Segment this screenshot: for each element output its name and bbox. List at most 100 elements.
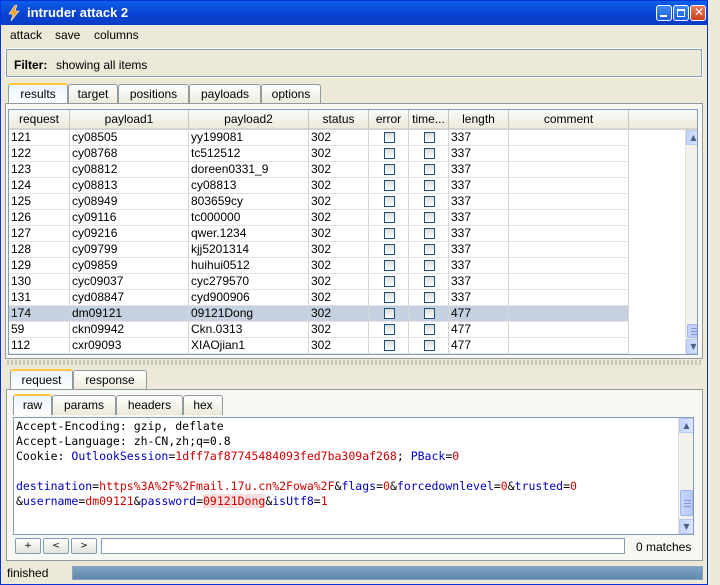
- cell-request: 123: [9, 162, 70, 178]
- cell-timeout: [409, 338, 449, 354]
- menu-columns[interactable]: columns: [94, 28, 139, 42]
- maximize-button[interactable]: [673, 5, 689, 21]
- tab-request[interactable]: request: [10, 369, 73, 390]
- timeout-checkbox[interactable]: [424, 292, 435, 303]
- timeout-checkbox[interactable]: [424, 212, 435, 223]
- menu-attack[interactable]: attack: [10, 28, 42, 42]
- timeout-checkbox[interactable]: [424, 228, 435, 239]
- error-checkbox[interactable]: [384, 308, 395, 319]
- cell-payload2: tc000000: [189, 210, 309, 226]
- close-button[interactable]: ✕: [690, 5, 706, 21]
- col-header-payload2[interactable]: payload2: [189, 110, 309, 130]
- table-row[interactable]: 126 cy09116 tc000000 302 337: [9, 210, 629, 226]
- split-pane-divider[interactable]: [7, 360, 703, 365]
- results-scrollbar[interactable]: ▲ ▼: [685, 130, 697, 354]
- error-checkbox[interactable]: [384, 260, 395, 271]
- tab-raw[interactable]: raw: [13, 394, 52, 415]
- error-checkbox[interactable]: [384, 276, 395, 287]
- menu-save[interactable]: save: [55, 28, 80, 42]
- cell-payload1: cy09799: [70, 242, 189, 258]
- col-header-payload1[interactable]: payload1: [70, 110, 189, 130]
- timeout-checkbox[interactable]: [424, 164, 435, 175]
- error-checkbox[interactable]: [384, 212, 395, 223]
- search-next-button[interactable]: >: [71, 538, 97, 554]
- col-header-comment[interactable]: comment: [509, 110, 629, 130]
- timeout-checkbox[interactable]: [424, 132, 435, 143]
- cell-status: 302: [309, 258, 369, 274]
- table-row[interactable]: 127 cy09216 qwer.1234 302 337: [9, 226, 629, 242]
- table-row[interactable]: 131 cyd08847 cyd900906 302 337: [9, 290, 629, 306]
- table-row[interactable]: 122 cy08768 tc512512 302 337: [9, 146, 629, 162]
- editor-scrollbar[interactable]: ▲ ▼: [678, 418, 693, 534]
- cell-payload1: cy09116: [70, 210, 189, 226]
- table-row[interactable]: 128 cy09799 kjj5201314 302 337: [9, 242, 629, 258]
- raw-request-editor[interactable]: Accept-Encoding: gzip, deflate Accept-La…: [13, 417, 694, 535]
- cell-request: 174: [9, 306, 70, 322]
- tab-results[interactable]: results: [8, 83, 68, 104]
- cell-payload2: Ckn.0313: [189, 322, 309, 338]
- error-checkbox[interactable]: [384, 180, 395, 191]
- cell-length: 477: [449, 338, 509, 354]
- table-row[interactable]: 130 cyc09037 cyc279570 302 337: [9, 274, 629, 290]
- cell-error: [369, 226, 409, 242]
- table-row[interactable]: 112 cxr09093 XIAOjian1 302 477: [9, 338, 629, 354]
- cell-timeout: [409, 322, 449, 338]
- col-header-request[interactable]: request: [9, 110, 70, 130]
- tab-payloads[interactable]: payloads: [189, 84, 261, 104]
- error-checkbox[interactable]: [384, 164, 395, 175]
- cell-error: [369, 130, 409, 146]
- error-checkbox[interactable]: [384, 228, 395, 239]
- timeout-checkbox[interactable]: [424, 196, 435, 207]
- search-input[interactable]: [101, 538, 625, 554]
- error-checkbox[interactable]: [384, 292, 395, 303]
- table-row[interactable]: 125 cy08949 803659cy 302 337: [9, 194, 629, 210]
- tab-positions[interactable]: positions: [118, 84, 189, 104]
- cell-payload2: 09121Dong: [189, 306, 309, 322]
- error-checkbox[interactable]: [384, 196, 395, 207]
- table-row[interactable]: 123 cy08812 doreen0331_9 302 337: [9, 162, 629, 178]
- cell-error: [369, 210, 409, 226]
- timeout-checkbox[interactable]: [424, 324, 435, 335]
- timeout-checkbox[interactable]: [424, 148, 435, 159]
- table-row[interactable]: 129 cy09859 huihui0512 302 337: [9, 258, 629, 274]
- table-row[interactable]: 174 dm09121 09121Dong 302 477: [9, 306, 629, 322]
- error-checkbox[interactable]: [384, 148, 395, 159]
- tab-response[interactable]: response: [73, 370, 147, 390]
- timeout-checkbox[interactable]: [424, 308, 435, 319]
- table-row[interactable]: 121 cy08505 yy199081 302 337: [9, 130, 629, 146]
- scroll-down-icon[interactable]: ▼: [686, 339, 697, 354]
- tab-hex[interactable]: hex: [183, 395, 223, 415]
- editor-scroll-thumb[interactable]: [680, 490, 693, 516]
- scroll-up-icon[interactable]: ▲: [686, 130, 697, 145]
- error-checkbox[interactable]: [384, 340, 395, 351]
- error-checkbox[interactable]: [384, 324, 395, 335]
- timeout-checkbox[interactable]: [424, 180, 435, 191]
- scroll-thumb[interactable]: [687, 324, 697, 338]
- col-header-length[interactable]: length: [449, 110, 509, 130]
- minimize-button[interactable]: [656, 5, 672, 21]
- error-checkbox[interactable]: [384, 244, 395, 255]
- col-header-error[interactable]: error: [369, 110, 409, 130]
- timeout-checkbox[interactable]: [424, 340, 435, 351]
- tab-params[interactable]: params: [52, 395, 116, 415]
- col-header-status[interactable]: status: [309, 110, 369, 130]
- table-row[interactable]: 59 ckn09942 Ckn.0313 302 477: [9, 322, 629, 338]
- cell-length: 337: [449, 226, 509, 242]
- tab-target[interactable]: target: [68, 84, 118, 104]
- cell-payload2: yy199081: [189, 130, 309, 146]
- cell-timeout: [409, 306, 449, 322]
- tab-options[interactable]: options: [261, 84, 321, 104]
- editor-scroll-down-icon[interactable]: ▼: [679, 519, 693, 534]
- search-prev-button[interactable]: <: [43, 538, 69, 554]
- filter-bar[interactable]: Filter: showing all items: [5, 48, 703, 78]
- timeout-checkbox[interactable]: [424, 260, 435, 271]
- error-checkbox[interactable]: [384, 132, 395, 143]
- col-header-timeout[interactable]: time...: [409, 110, 449, 130]
- editor-scroll-up-icon[interactable]: ▲: [679, 418, 693, 433]
- tab-headers[interactable]: headers: [116, 395, 183, 415]
- timeout-checkbox[interactable]: [424, 276, 435, 287]
- table-row[interactable]: 124 cy08813 cy08813 302 337: [9, 178, 629, 194]
- timeout-checkbox[interactable]: [424, 244, 435, 255]
- search-add-button[interactable]: +: [15, 538, 41, 554]
- cell-payload1: cy08505: [70, 130, 189, 146]
